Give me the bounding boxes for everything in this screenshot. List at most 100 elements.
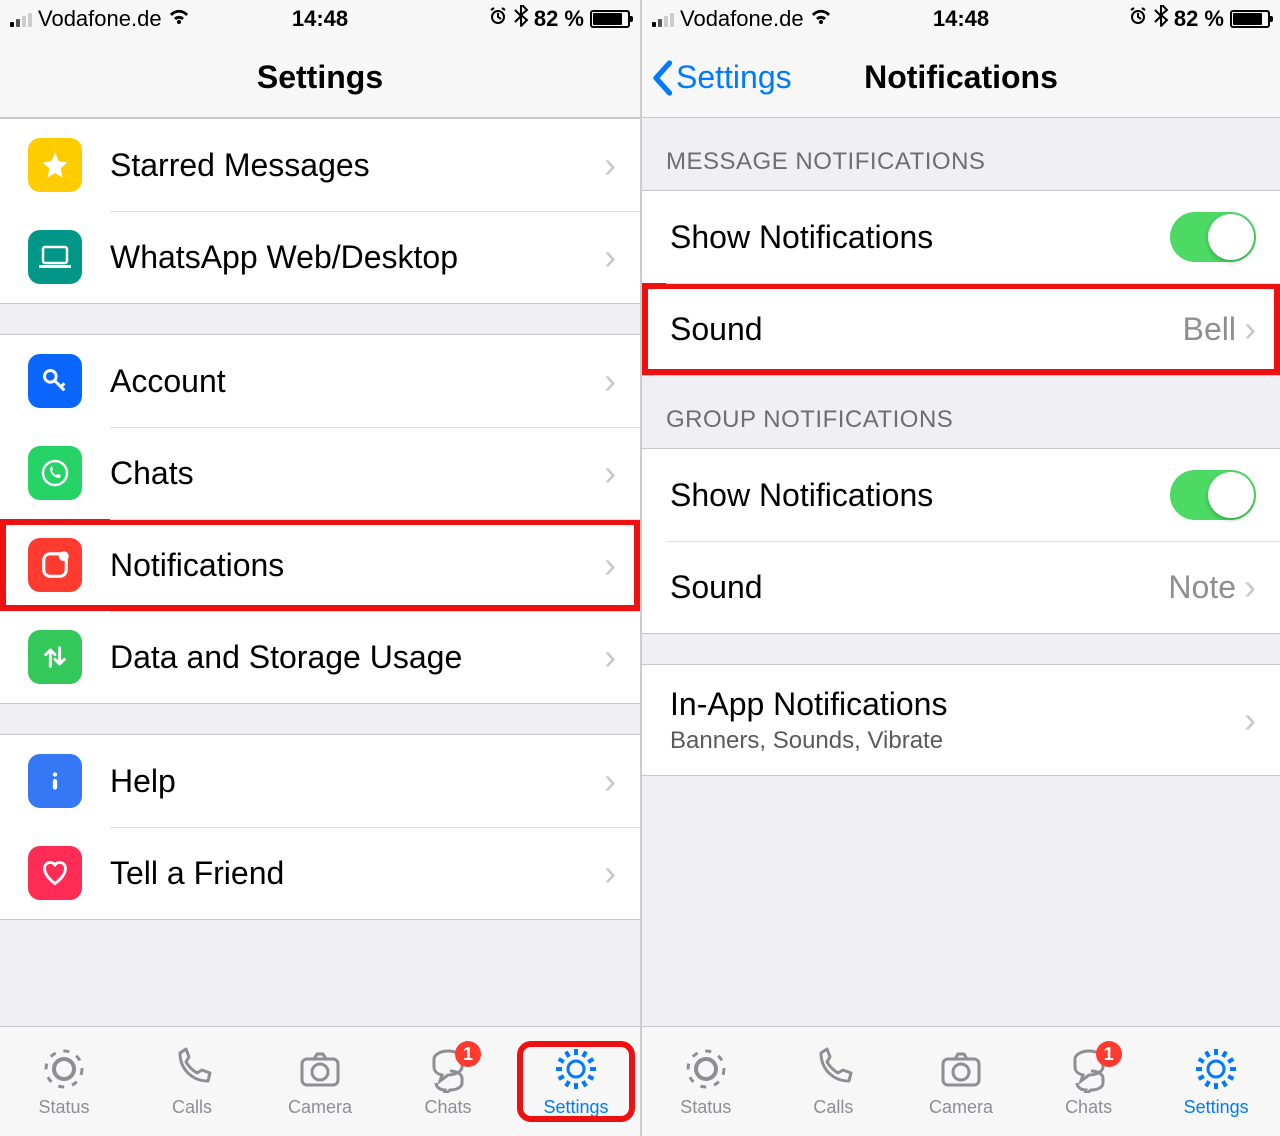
chevron-right-icon: › [1244,702,1256,738]
updown-icon [28,630,82,684]
row-inapp-notifications[interactable]: In-App Notifications Banners, Sounds, Vi… [642,665,1280,775]
back-label: Settings [676,59,792,96]
section-header-group: GROUP NOTIFICATIONS [642,376,1280,448]
row-account[interactable]: Account› [0,335,640,427]
chevron-right-icon: › [604,763,616,799]
tab-label: Camera [288,1097,352,1118]
row-value: Note [1168,569,1236,606]
tab-camera[interactable]: Camera [906,1045,1016,1118]
row-value: Bell [1183,311,1236,348]
bluetooth-icon [514,5,528,33]
tab-settings[interactable]: Settings [521,1045,631,1118]
badge: 1 [1096,1041,1122,1067]
tab-calls[interactable]: Calls [137,1045,247,1118]
battery-pct: 82 % [534,6,584,32]
chevron-right-icon: › [1244,569,1256,605]
row-grp-show-notifications[interactable]: Show Notifications [642,449,1280,541]
row-label: In-App Notifications [670,686,1244,723]
row-grp-sound[interactable]: Sound Note › [642,541,1280,633]
battery-icon [590,10,630,28]
settings-screen: Vodafone.de 14:48 82 % Settings Starred … [0,0,640,1136]
tab-label: Chats [1065,1097,1112,1118]
battery-icon [1230,10,1270,28]
row-help[interactable]: Help› [0,735,640,827]
tab-chats[interactable]: 1Chats [393,1045,503,1118]
wifi-icon [168,7,190,31]
settings-group-3: Help›Tell a Friend› [0,734,640,920]
row-label: Help [110,763,604,800]
tab-label: Status [680,1097,731,1118]
tab-camera[interactable]: Camera [265,1045,375,1118]
phone-icon [809,1045,857,1093]
star-icon [28,138,82,192]
chevron-right-icon: › [604,639,616,675]
chevron-right-icon: › [604,363,616,399]
row-data-storage[interactable]: Data and Storage Usage› [0,611,640,703]
row-whatsapp-web[interactable]: WhatsApp Web/Desktop› [0,211,640,303]
nav-bar: Settings Notifications [642,38,1280,118]
row-chats[interactable]: Chats› [0,427,640,519]
row-label: Account [110,363,604,400]
row-label: Chats [110,455,604,492]
camera-icon [296,1045,344,1093]
alarm-icon [1128,6,1148,32]
settings-group-1: Starred Messages›WhatsApp Web/Desktop› [0,118,640,304]
status-icon [682,1045,730,1093]
row-label: Starred Messages [110,147,604,184]
toggle-on[interactable] [1170,212,1256,262]
tab-label: Camera [929,1097,993,1118]
row-notifications[interactable]: Notifications› [0,519,640,611]
chevron-right-icon: › [1244,311,1256,347]
chevron-right-icon: › [604,855,616,891]
bluetooth-icon [1154,5,1168,33]
time-label: 14:48 [292,6,348,32]
row-msg-sound[interactable]: Sound Bell › [642,283,1280,375]
alarm-icon [488,6,508,32]
carrier-label: Vodafone.de [38,6,162,32]
tab-label: Status [38,1097,89,1118]
time-label: 14:48 [933,6,989,32]
row-tell-friend[interactable]: Tell a Friend› [0,827,640,919]
row-label: Show Notifications [670,477,1170,514]
notifications-screen: Vodafone.de 14:48 82 % Settings Notifica… [640,0,1280,1136]
tab-label: Calls [813,1097,853,1118]
row-msg-show-notifications[interactable]: Show Notifications [642,191,1280,283]
row-label: Notifications [110,547,604,584]
row-label: Sound [670,311,1183,348]
gear-icon [1192,1045,1240,1093]
row-label: Tell a Friend [110,855,604,892]
signal-icon [10,11,32,27]
battery-pct: 82 % [1174,6,1224,32]
heart-icon [28,846,82,900]
row-label: WhatsApp Web/Desktop [110,239,604,276]
gear-icon [552,1045,600,1093]
status-icon [40,1045,88,1093]
nav-bar: Settings [0,38,640,118]
tab-label: Settings [543,1097,608,1118]
notifications-content: MESSAGE NOTIFICATIONS Show Notifications… [642,118,1280,1026]
status-bar: Vodafone.de 14:48 82 % [642,0,1280,38]
laptop-icon [28,230,82,284]
camera-icon [937,1045,985,1093]
tab-status[interactable]: Status [9,1045,119,1118]
row-label: Sound [670,569,1168,606]
tab-calls[interactable]: Calls [778,1045,888,1118]
tab-settings[interactable]: Settings [1161,1045,1271,1118]
tab-chats[interactable]: 1Chats [1034,1045,1144,1118]
chevron-right-icon: › [604,547,616,583]
back-button[interactable]: Settings [650,59,792,96]
tab-label: Calls [172,1097,212,1118]
chevron-right-icon: › [604,455,616,491]
tab-label: Chats [424,1097,471,1118]
phone-icon [168,1045,216,1093]
toggle-on[interactable] [1170,470,1256,520]
page-title: Settings [257,59,383,96]
tab-status[interactable]: Status [651,1045,761,1118]
signal-icon [652,11,674,27]
tab-bar: StatusCallsCamera1ChatsSettings [642,1026,1280,1136]
chevron-right-icon: › [604,239,616,275]
key-icon [28,354,82,408]
row-starred-messages[interactable]: Starred Messages› [0,119,640,211]
badge: 1 [455,1041,481,1067]
tab-bar: StatusCallsCamera1ChatsSettings [0,1026,640,1136]
